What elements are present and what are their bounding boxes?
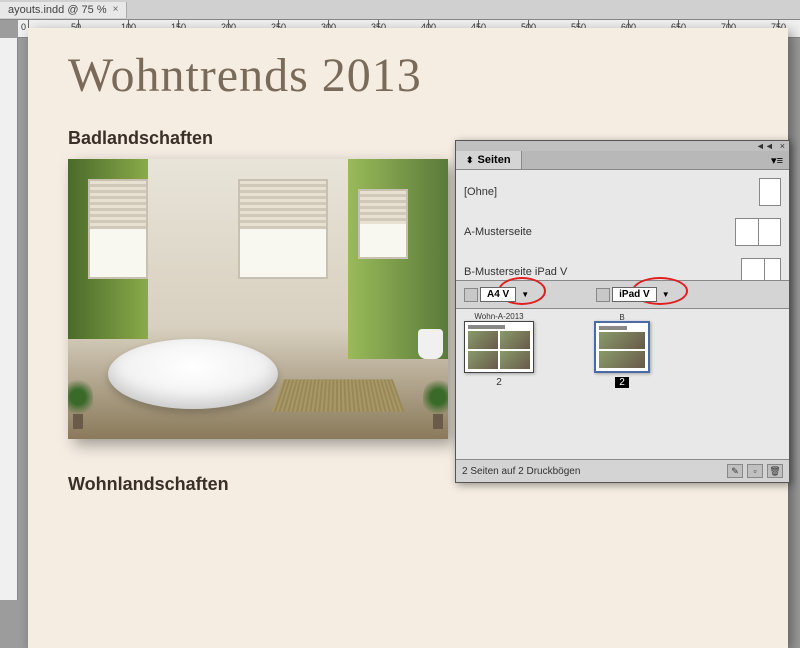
delete-page-icon[interactable]: 🗑 — [767, 464, 783, 478]
panel-footer: 2 Seiten auf 2 Druckbögen ✎ ▫ 🗑 — [456, 459, 789, 482]
layout-icon — [464, 288, 478, 302]
master-page-item[interactable]: [Ohne] — [464, 178, 781, 206]
layout-selector-bar: A4 V ▼ iPad V ▼ — [456, 280, 789, 309]
page-number: 2 — [615, 377, 629, 388]
panel-tab-pages[interactable]: Seiten — [456, 151, 522, 169]
master-page-label: A-Musterseite — [464, 226, 532, 238]
panel-menu-icon[interactable]: ▾≡ — [765, 154, 789, 167]
vertical-ruler[interactable] — [0, 38, 18, 600]
panel-header: Seiten ▾≡ — [456, 151, 789, 170]
document-tab[interactable]: ayouts.indd @ 75 % × — [0, 2, 127, 18]
chevron-down-icon[interactable]: ▼ — [518, 290, 532, 299]
edit-page-icon[interactable]: ✎ — [727, 464, 743, 478]
close-icon[interactable]: × — [780, 141, 785, 151]
new-page-icon[interactable]: ▫ — [747, 464, 763, 478]
footer-status: 2 Seiten auf 2 Druckbögen — [462, 466, 580, 477]
panel-controls: ◄◄ × — [456, 141, 789, 151]
document-tab-bar: ayouts.indd @ 75 % × — [0, 0, 800, 20]
pages-panel[interactable]: ◄◄ × Seiten ▾≡ [Ohne] A-Musterseite B-Mu… — [455, 140, 790, 483]
layout-name: iPad V — [612, 287, 657, 302]
master-thumbnail[interactable] — [759, 178, 781, 206]
layout-name: A4 V — [480, 287, 516, 302]
thumb-master-letter: B — [619, 313, 624, 322]
close-icon[interactable]: × — [113, 4, 119, 15]
bathroom-image[interactable] — [68, 159, 448, 439]
pages-thumbnails-area[interactable]: Wohn-A-2013 2 B 2 — [456, 309, 789, 459]
page-thumbnail[interactable]: B — [594, 321, 650, 373]
master-page-label: B-Musterseite iPad V — [464, 266, 567, 278]
layout-icon — [596, 288, 610, 302]
collapse-icon[interactable]: ◄◄ — [756, 141, 774, 151]
page-thumbnail-group[interactable]: Wohn-A-2013 2 — [464, 321, 534, 388]
page-number: 2 — [496, 377, 502, 388]
master-page-item[interactable]: A-Musterseite — [464, 218, 781, 246]
document-tab-label: ayouts.indd @ 75 % — [8, 4, 107, 16]
chevron-down-icon[interactable]: ▼ — [659, 290, 673, 299]
layout-selector[interactable]: iPad V ▼ — [596, 287, 673, 302]
thumb-header: Wohn-A-2013 — [474, 312, 523, 321]
page-thumbnail-group[interactable]: B 2 — [594, 321, 650, 388]
panel-tab-label: Seiten — [478, 154, 511, 166]
master-thumbnail[interactable] — [735, 218, 781, 246]
layout-selector[interactable]: A4 V ▼ — [464, 287, 532, 302]
page-thumbnail[interactable]: Wohn-A-2013 — [464, 321, 534, 373]
master-page-label: [Ohne] — [464, 186, 497, 198]
master-pages-list[interactable]: [Ohne] A-Musterseite B-Musterseite iPad … — [456, 170, 789, 280]
page-title[interactable]: Wohntrends 2013 — [68, 48, 788, 103]
